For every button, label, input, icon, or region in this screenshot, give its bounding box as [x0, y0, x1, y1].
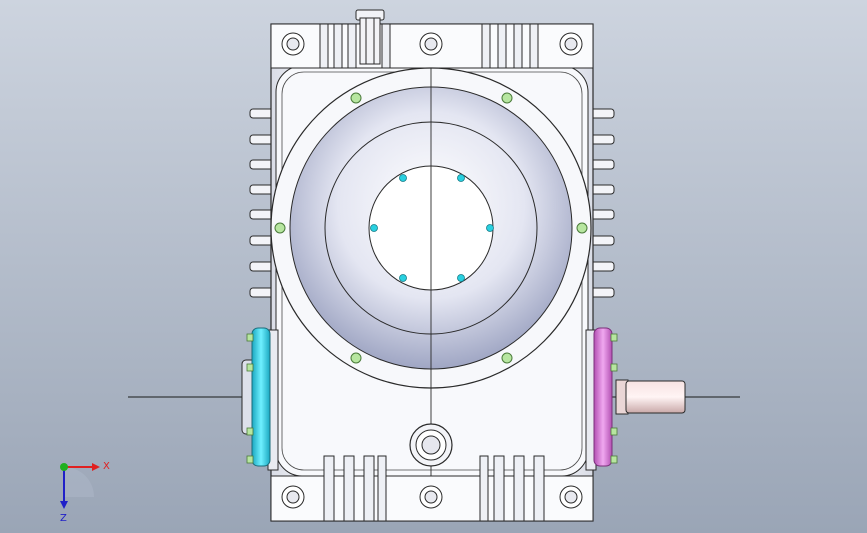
- hub-bolt: [399, 174, 407, 182]
- drain-plug[interactable]: [409, 423, 453, 467]
- cover-bolt: [576, 222, 588, 234]
- cover-bolt: [501, 92, 513, 104]
- breather-plug[interactable]: [355, 9, 385, 65]
- mount-hole-bottom-left: [281, 485, 305, 509]
- hub-bolt: [457, 174, 465, 182]
- mount-hole-bottom-right: [559, 485, 583, 509]
- hub-bolt: [399, 274, 407, 282]
- cad-graphics-viewport[interactable]: X Z: [0, 0, 867, 533]
- input-shaft[interactable]: [615, 379, 686, 415]
- cover-bolt: [274, 222, 286, 234]
- cover-bolt: [501, 352, 513, 364]
- mount-hole-top-center: [419, 32, 443, 56]
- mount-hole-bottom-center: [419, 485, 443, 509]
- mount-hole-top-left: [281, 32, 305, 56]
- hub-bolt: [370, 224, 378, 232]
- cover-bolt: [350, 92, 362, 104]
- gear-cover[interactable]: [270, 67, 592, 389]
- mount-hole-top-right: [559, 32, 583, 56]
- cover-bolt: [350, 352, 362, 364]
- axis-x-label: X: [103, 461, 110, 472]
- hub-bolt: [486, 224, 494, 232]
- gearbox-drawing[interactable]: X Z: [0, 0, 867, 533]
- hub-bolt: [457, 274, 465, 282]
- axis-z-label: Z: [60, 513, 67, 524]
